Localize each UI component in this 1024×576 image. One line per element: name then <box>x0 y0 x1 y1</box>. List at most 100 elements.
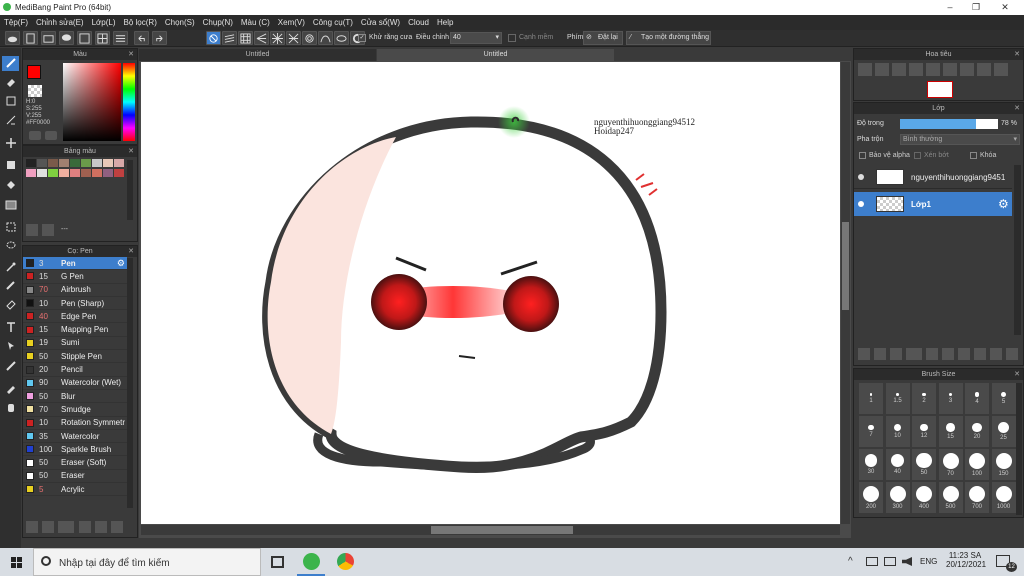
layer-row[interactable]: nguyenthihuonggiang9451 <box>854 165 1012 189</box>
blend-select[interactable]: Bình thường ▾ <box>900 134 1020 145</box>
brush-item[interactable]: 5 Acrylic <box>23 483 127 497</box>
brush-item[interactable]: 10 Pen (Sharp) <box>23 297 127 311</box>
brush-size-cell[interactable]: 20 <box>965 416 989 447</box>
drawing-canvas[interactable]: nguyenthihuonggiang94512 Hoidap247 <box>141 62 840 524</box>
copy-brush-icon[interactable] <box>79 521 91 533</box>
add-palette-icon[interactable] <box>26 224 38 236</box>
gear-icon[interactable]: ⚙ <box>117 258 125 269</box>
brush-size-cell[interactable]: 1.5 <box>885 383 910 414</box>
menu-view[interactable]: Xem(V) <box>278 18 305 27</box>
parallel-snap-icon[interactable] <box>222 31 237 45</box>
brush-item[interactable]: 100 Sparkle Brush <box>23 443 127 457</box>
brush-size-cell[interactable]: 3 <box>938 383 963 414</box>
palette-swatch[interactable] <box>92 159 102 167</box>
windows-start-icon[interactable] <box>11 557 22 568</box>
bucket-tool-icon[interactable] <box>2 178 19 193</box>
magic-wand-tool-icon[interactable] <box>2 260 19 275</box>
new-8bit-layer-icon[interactable] <box>890 348 902 360</box>
comment-icon[interactable] <box>59 31 74 45</box>
palette-swatch[interactable] <box>48 159 58 167</box>
brush-size-cell[interactable]: 500 <box>938 482 963 513</box>
reset-button[interactable]: ⊘ Đặt lại <box>583 31 623 45</box>
opacity-slider[interactable] <box>900 119 998 129</box>
primary-color-swatch[interactable] <box>27 65 41 79</box>
color-mode-button[interactable] <box>29 131 41 140</box>
brush-item[interactable]: 3 Pen ⚙ <box>23 257 127 271</box>
palette-swatch[interactable] <box>59 168 69 177</box>
menu-help[interactable]: Help <box>437 18 453 27</box>
trash-icon[interactable] <box>42 224 54 236</box>
brush-size-cell[interactable]: 700 <box>965 482 989 513</box>
blend-tool-icon[interactable] <box>2 113 19 128</box>
brush-size-cell[interactable]: 50 <box>912 449 936 480</box>
eye-icon[interactable] <box>858 174 864 180</box>
brush-item[interactable]: 35 Watercolor <box>23 430 127 444</box>
horizontal-scrollbar[interactable] <box>141 525 840 535</box>
ellipse-snap-icon[interactable] <box>334 31 349 45</box>
fill-rect-tool-icon[interactable] <box>2 158 19 173</box>
menu-tools[interactable]: Công cụ(T) <box>313 18 353 27</box>
brush-size-cell[interactable]: 400 <box>912 482 936 513</box>
menu-window[interactable]: Cửa sổ(W) <box>361 18 400 27</box>
brush-size-cell[interactable]: 150 <box>991 449 1016 480</box>
merge-down-icon[interactable] <box>974 348 986 360</box>
brush-size-cell[interactable]: 12 <box>912 416 936 447</box>
eyedropper-tool-icon[interactable] <box>2 381 19 396</box>
brush-settings-icon[interactable] <box>58 521 74 533</box>
palette-swatch[interactable] <box>37 159 47 167</box>
brush-size-cell[interactable]: 40 <box>885 449 910 480</box>
network-icon[interactable] <box>866 557 878 566</box>
brush-item[interactable]: 50 Eraser (Soft) <box>23 456 127 470</box>
eye-icon[interactable] <box>858 201 864 207</box>
medibang-taskbar-icon[interactable] <box>303 553 320 570</box>
task-view-icon[interactable] <box>271 556 284 568</box>
cloud-brush-icon[interactable] <box>26 521 38 533</box>
cloud-icon[interactable] <box>5 31 20 45</box>
brush-size-cell[interactable]: 5 <box>991 383 1016 414</box>
clock[interactable]: 11:23 SA 20/12/2021 <box>946 551 986 569</box>
brush-size-cell[interactable]: 200 <box>859 482 883 513</box>
brush-tool-icon[interactable] <box>2 56 19 71</box>
brush-size-cell[interactable]: 1000 <box>991 482 1016 513</box>
text-tool-icon[interactable] <box>2 320 19 335</box>
duplicate-layer-icon[interactable] <box>958 348 970 360</box>
trash-icon[interactable] <box>1006 348 1018 360</box>
clip-checkbox[interactable] <box>914 152 921 159</box>
actual-size-icon[interactable] <box>892 63 906 76</box>
brush-item[interactable]: 70 Smudge <box>23 403 127 417</box>
palette-swatch[interactable] <box>103 168 113 177</box>
palette-swatch[interactable] <box>26 159 36 167</box>
antialias-checkbox[interactable]: ✓ <box>358 34 366 42</box>
layer-menu-icon[interactable] <box>906 348 922 360</box>
search-box[interactable]: Nhập tại đây để tìm kiếm <box>33 548 261 576</box>
maximize-icon[interactable]: ❐ <box>970 2 982 13</box>
brush-item[interactable]: 19 Sumi <box>23 337 127 351</box>
brush-item[interactable]: 15 Mapping Pen <box>23 323 127 337</box>
grid-snap-icon[interactable] <box>238 31 253 45</box>
divide-tool-icon[interactable] <box>2 359 19 374</box>
select-pen-tool-icon[interactable] <box>2 278 19 293</box>
create-line-button[interactable]: ⁄ Tạo một đường thẳng <box>626 31 711 45</box>
perspective-snap-icon[interactable] <box>254 31 269 45</box>
menu-color[interactable]: Màu (C) <box>241 18 270 27</box>
radial-snap-icon[interactable] <box>270 31 285 45</box>
brush-size-cell[interactable]: 7 <box>859 416 883 447</box>
fit-window-icon[interactable] <box>926 63 940 76</box>
radial-line-icon[interactable] <box>286 31 301 45</box>
rectangle-tool-icon[interactable] <box>2 94 19 109</box>
tab-untitled-1[interactable]: Untitled <box>139 49 376 61</box>
menu-file[interactable]: Tệp(F) <box>4 18 28 27</box>
palette-scrollbar[interactable] <box>127 160 133 220</box>
folder-icon[interactable] <box>95 521 107 533</box>
palette-swatch[interactable] <box>26 168 36 177</box>
move-tool-icon[interactable] <box>2 136 19 151</box>
vertical-scrollbar[interactable] <box>841 62 850 524</box>
select-eraser-tool-icon[interactable] <box>2 297 19 312</box>
close-icon[interactable]: ✕ <box>1014 49 1020 60</box>
battery-icon[interactable] <box>884 557 896 566</box>
palette-swatch[interactable] <box>81 159 91 167</box>
navigator-thumbnail[interactable] <box>927 81 953 98</box>
operation-tool-icon[interactable] <box>2 339 19 354</box>
brush-size-cell[interactable]: 10 <box>885 416 910 447</box>
tab-untitled-2[interactable]: Untitled <box>377 49 614 61</box>
